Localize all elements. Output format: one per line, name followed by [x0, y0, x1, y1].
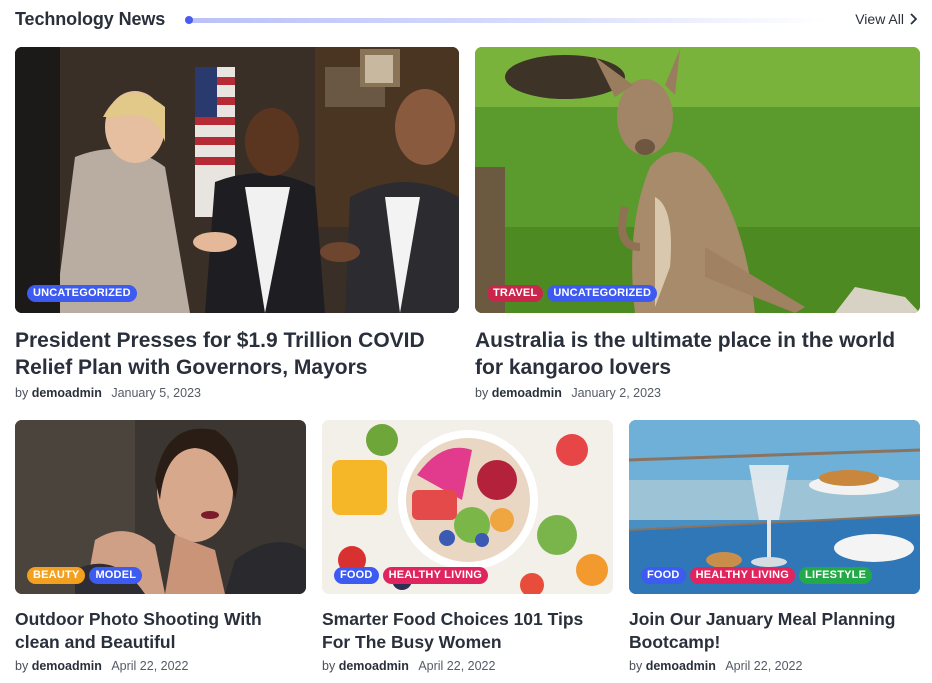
- post-meta: by demoadmin January 5, 2023: [15, 386, 201, 400]
- post-card: FOOD HEALTHY LIVING LIFESTYLE Join Our J…: [629, 420, 920, 680]
- tag-healthy-living[interactable]: HEALTHY LIVING: [382, 567, 489, 584]
- chevron-right-icon: [910, 13, 917, 25]
- divider-bar: [189, 18, 825, 23]
- tag-uncategorized[interactable]: UNCATEGORIZED: [27, 285, 137, 302]
- meta-by: by: [15, 386, 29, 400]
- tag-beauty[interactable]: BEAUTY: [27, 567, 86, 584]
- tag-travel[interactable]: TRAVEL: [487, 285, 544, 302]
- post-tags: TRAVEL UNCATEGORIZED: [487, 285, 658, 302]
- post-tags: FOOD HEALTHY LIVING: [334, 567, 489, 584]
- title-divider: [185, 16, 825, 24]
- post-author[interactable]: demoadmin: [339, 659, 409, 673]
- post-tags: BEAUTY MODEL: [27, 567, 143, 584]
- post-card: UNCATEGORIZED President Presses for $1.9…: [15, 47, 459, 400]
- post-author[interactable]: demoadmin: [646, 659, 716, 673]
- meta-by: by: [322, 659, 336, 673]
- post-thumbnail[interactable]: FOOD HEALTHY LIVING LIFESTYLE: [629, 420, 920, 594]
- post-meta: by demoadmin April 22, 2022: [629, 659, 802, 673]
- meta-by: by: [629, 659, 643, 673]
- section-header: Technology News View All: [15, 6, 917, 32]
- post-meta: by demoadmin April 22, 2022: [322, 659, 495, 673]
- tag-lifestyle[interactable]: LIFESTYLE: [799, 567, 873, 584]
- post-tags: FOOD HEALTHY LIVING LIFESTYLE: [641, 567, 873, 584]
- post-title[interactable]: Outdoor Photo Shooting With clean and Be…: [15, 608, 307, 654]
- tag-healthy-living[interactable]: HEALTHY LIVING: [689, 567, 796, 584]
- post-author[interactable]: demoadmin: [32, 659, 102, 673]
- post-date: April 22, 2022: [418, 659, 496, 673]
- post-title[interactable]: Australia is the ultimate place in the w…: [475, 327, 915, 381]
- meta-by: by: [475, 386, 489, 400]
- tag-model[interactable]: MODEL: [89, 567, 143, 584]
- tag-food[interactable]: FOOD: [641, 567, 686, 584]
- post-title[interactable]: President Presses for $1.9 Trillion COVI…: [15, 327, 455, 381]
- post-tags: UNCATEGORIZED: [27, 285, 137, 302]
- post-date: January 5, 2023: [111, 386, 201, 400]
- post-thumbnail[interactable]: FOOD HEALTHY LIVING: [322, 420, 613, 594]
- post-card: FOOD HEALTHY LIVING Smarter Food Choices…: [322, 420, 613, 680]
- post-date: April 22, 2022: [725, 659, 803, 673]
- post-title[interactable]: Smarter Food Choices 101 Tips For The Bu…: [322, 608, 614, 654]
- view-all-link[interactable]: View All: [855, 11, 917, 27]
- post-title[interactable]: Join Our January Meal Planning Bootcamp!: [629, 608, 921, 654]
- meeting-photo: [15, 47, 459, 313]
- tag-uncategorized[interactable]: UNCATEGORIZED: [547, 285, 658, 302]
- post-date: January 2, 2023: [571, 386, 661, 400]
- post-thumbnail[interactable]: TRAVEL UNCATEGORIZED: [475, 47, 920, 313]
- kangaroo-photo: [475, 47, 920, 313]
- post-meta: by demoadmin January 2, 2023: [475, 386, 661, 400]
- post-thumbnail[interactable]: BEAUTY MODEL: [15, 420, 306, 594]
- divider-dot: [185, 16, 193, 24]
- post-date: April 22, 2022: [111, 659, 189, 673]
- post-card: TRAVEL UNCATEGORIZED Australia is the ul…: [475, 47, 920, 400]
- post-author[interactable]: demoadmin: [32, 386, 102, 400]
- meta-by: by: [15, 659, 29, 673]
- view-all-label: View All: [855, 11, 904, 27]
- post-meta: by demoadmin April 22, 2022: [15, 659, 188, 673]
- section-title: Technology News: [15, 9, 166, 29]
- post-author[interactable]: demoadmin: [492, 386, 562, 400]
- tag-food[interactable]: FOOD: [334, 567, 379, 584]
- post-thumbnail[interactable]: UNCATEGORIZED: [15, 47, 459, 313]
- post-card: BEAUTY MODEL Outdoor Photo Shooting With…: [15, 420, 306, 680]
